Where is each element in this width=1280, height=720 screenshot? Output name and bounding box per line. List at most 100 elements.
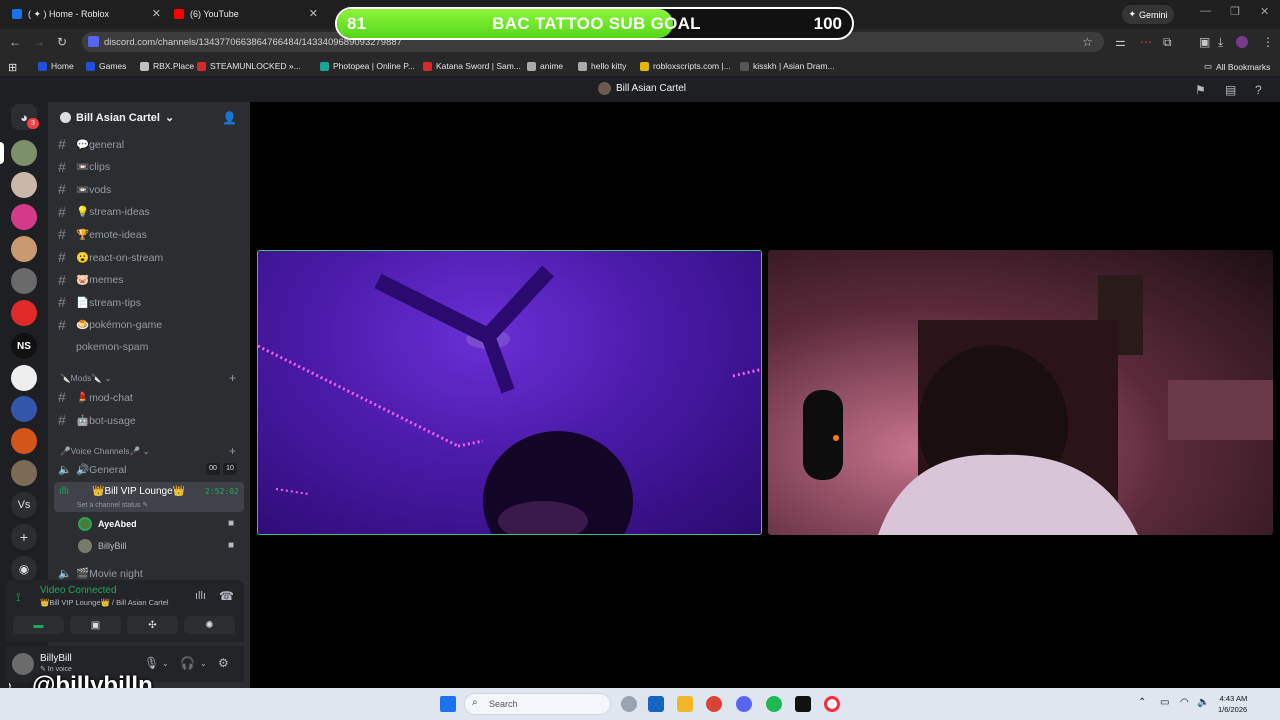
audio-options-chevron-icon[interactable]: ⌄ <box>200 659 207 668</box>
forward-icon[interactable]: → <box>33 35 45 49</box>
category-mods[interactable]: 🔪Mods🔪 ⌄ <box>60 373 111 384</box>
close-tab-icon[interactable]: ✕ <box>152 7 161 20</box>
widgets-icon[interactable] <box>648 696 664 712</box>
channel-item[interactable]: # 📄stream-tips <box>58 292 141 312</box>
bookmark-item[interactable]: Katana Sword | Sam... <box>423 61 521 71</box>
channel-mod-chat[interactable]: # 💄mod-chat <box>58 387 133 407</box>
user-avatar[interactable] <box>12 653 34 675</box>
tray-overflow-icon[interactable]: ⌃ <box>1138 697 1146 708</box>
add-voice-channel-icon[interactable]: + <box>229 444 236 458</box>
bookmark-item[interactable]: anime <box>527 61 563 71</box>
channel-item[interactable]: # 🏆emote-ideas <box>58 224 147 244</box>
server-icon-ns[interactable]: NS <box>11 333 37 359</box>
channel-status-hint[interactable]: Set a channel status ✎ <box>77 501 148 509</box>
channel-bot-usage[interactable]: # 🤖bot-usage <box>58 410 136 430</box>
site-info-icon[interactable] <box>88 36 99 47</box>
noise-suppression-icon[interactable]: ıllı <box>195 590 206 602</box>
close-tab-icon[interactable]: ✕ <box>309 7 318 20</box>
microphone-icon[interactable]: 🎙 <box>144 656 159 670</box>
mic-options-chevron-icon[interactable]: ⌄ <box>162 659 169 668</box>
taskbar-clock[interactable]: 4:43 AM 1/6/2026 <box>1218 693 1247 715</box>
opera-icon[interactable] <box>824 696 840 712</box>
bookmark-star-icon[interactable]: ☆ <box>1082 35 1093 49</box>
chrome-icon[interactable] <box>706 696 722 712</box>
flag-icon[interactable]: ⚑ <box>1195 83 1206 97</box>
reload-icon[interactable]: ↻ <box>57 35 67 49</box>
bookmark-item[interactable]: robloxscripts.com |... <box>640 61 731 71</box>
bookmark-item[interactable]: STEAMUNLOCKED »... <box>197 61 301 71</box>
channel-item[interactable]: # 💡stream-ideas <box>58 202 150 222</box>
spotify-icon[interactable] <box>766 696 782 712</box>
server-icon-vs[interactable]: Vs <box>11 492 37 518</box>
apps-grid-icon[interactable]: ⊞ <box>8 61 17 74</box>
all-bookmarks-button[interactable]: ▭ All Bookmarks <box>1204 61 1270 72</box>
add-server-icon[interactable]: + <box>11 524 37 550</box>
wifi-icon[interactable]: ◠ <box>1180 697 1189 708</box>
channel-item[interactable]: # 😮react-on-stream <box>58 247 163 267</box>
server-icon[interactable] <box>11 300 37 326</box>
headphones-icon[interactable]: 🎧 <box>180 656 195 670</box>
camera-toggle-button[interactable]: ▬ <box>13 616 64 634</box>
extension-icon[interactable]: ⚌ <box>1115 35 1126 49</box>
server-icon[interactable] <box>11 236 37 262</box>
disconnect-icon[interactable]: ☎ <box>219 589 234 603</box>
server-icon[interactable] <box>11 460 37 486</box>
settings-gear-icon[interactable]: ⚙ <box>218 656 229 670</box>
minimize-icon[interactable]: — <box>1200 5 1211 17</box>
server-icon[interactable] <box>11 204 37 230</box>
server-icon[interactable] <box>11 428 37 454</box>
server-icon[interactable] <box>11 140 37 166</box>
copilot-icon[interactable] <box>621 696 637 712</box>
server-icon[interactable] <box>11 396 37 422</box>
voice-location[interactable]: 👑Bill VIP Lounge👑 / Bill Asian Cartel <box>40 598 169 607</box>
volume-icon[interactable]: 🔈 <box>1197 697 1209 708</box>
video-tile-billybill[interactable] <box>768 250 1273 535</box>
server-icon[interactable] <box>11 172 37 198</box>
file-explorer-icon[interactable] <box>677 696 693 712</box>
screen-share-button[interactable]: ▣ <box>70 616 121 634</box>
channel-item[interactable]: pokemon-spam <box>58 337 148 357</box>
bookmark-item[interactable]: Games <box>86 61 126 71</box>
tab-youtube[interactable]: (6) YouTube ✕ <box>162 3 322 25</box>
tab-roblox[interactable]: ( ✦ ) Home - Roblox ✕ <box>0 3 165 25</box>
extensions-puzzle-icon[interactable]: ⧉ <box>1163 35 1172 50</box>
inbox-icon[interactable]: ▤ <box>1225 83 1236 97</box>
help-icon[interactable]: ? <box>1255 83 1262 97</box>
category-voice-channels[interactable]: 🎤Voice Channels🎤 ⌄ <box>60 446 150 457</box>
voice-user-ayeabed[interactable]: AyeAbed <box>78 517 137 531</box>
voice-channel-general[interactable]: 🔈 🔊General <box>58 459 126 479</box>
back-icon[interactable]: ← <box>9 35 21 49</box>
add-channel-icon[interactable]: + <box>229 371 236 385</box>
soundboard-button[interactable]: ✺ <box>184 616 235 634</box>
screenshot-icon[interactable]: ▣ <box>1199 35 1210 49</box>
bookmark-item[interactable]: hello kitty <box>578 61 626 71</box>
gemini-button[interactable]: ✦ Gemini <box>1122 5 1174 24</box>
network-icon[interactable]: ▭ <box>1160 697 1169 708</box>
discover-icon[interactable]: ◉ <box>11 556 37 582</box>
channel-item[interactable]: # 💬general <box>58 134 124 154</box>
windows-start-icon[interactable] <box>440 696 456 712</box>
channel-item[interactable]: # 📼clips <box>58 157 110 177</box>
channel-item[interactable]: # 🐷memes <box>58 270 124 290</box>
video-tile-ayeabed[interactable] <box>257 250 762 535</box>
bookmark-item[interactable]: Photopea | Online P... <box>320 61 415 71</box>
server-icon[interactable] <box>11 365 37 391</box>
voice-user-billybill[interactable]: BillyBill <box>78 539 127 553</box>
download-icon[interactable]: ⤓ <box>1218 35 1223 50</box>
bookmark-item[interactable]: RBX.Place <box>140 61 194 71</box>
profile-avatar[interactable] <box>1236 36 1248 48</box>
bookmark-item[interactable]: kisskh | Asian Dram... <box>740 61 835 71</box>
discord-taskbar-icon[interactable] <box>736 696 752 712</box>
maximize-icon[interactable]: ❐ <box>1230 5 1240 18</box>
activities-button[interactable]: ✣ <box>127 616 178 634</box>
server-name-header[interactable]: Bill Asian Cartel ⌄ <box>60 111 174 124</box>
channel-item[interactable]: # 📼vods <box>58 179 111 199</box>
invite-people-icon[interactable]: 👤 <box>222 111 237 125</box>
connection-signal-icon[interactable]: ⟟ <box>16 590 20 605</box>
close-window-icon[interactable]: ✕ <box>1260 5 1269 18</box>
bookmark-item[interactable]: Home <box>38 61 74 71</box>
game-app-icon[interactable] <box>795 696 811 712</box>
channel-item[interactable]: # 🍮pokémon-game <box>58 315 162 335</box>
recording-extension-icon[interactable]: ⋯ <box>1140 35 1152 49</box>
taskbar-search-box[interactable] <box>464 693 611 715</box>
